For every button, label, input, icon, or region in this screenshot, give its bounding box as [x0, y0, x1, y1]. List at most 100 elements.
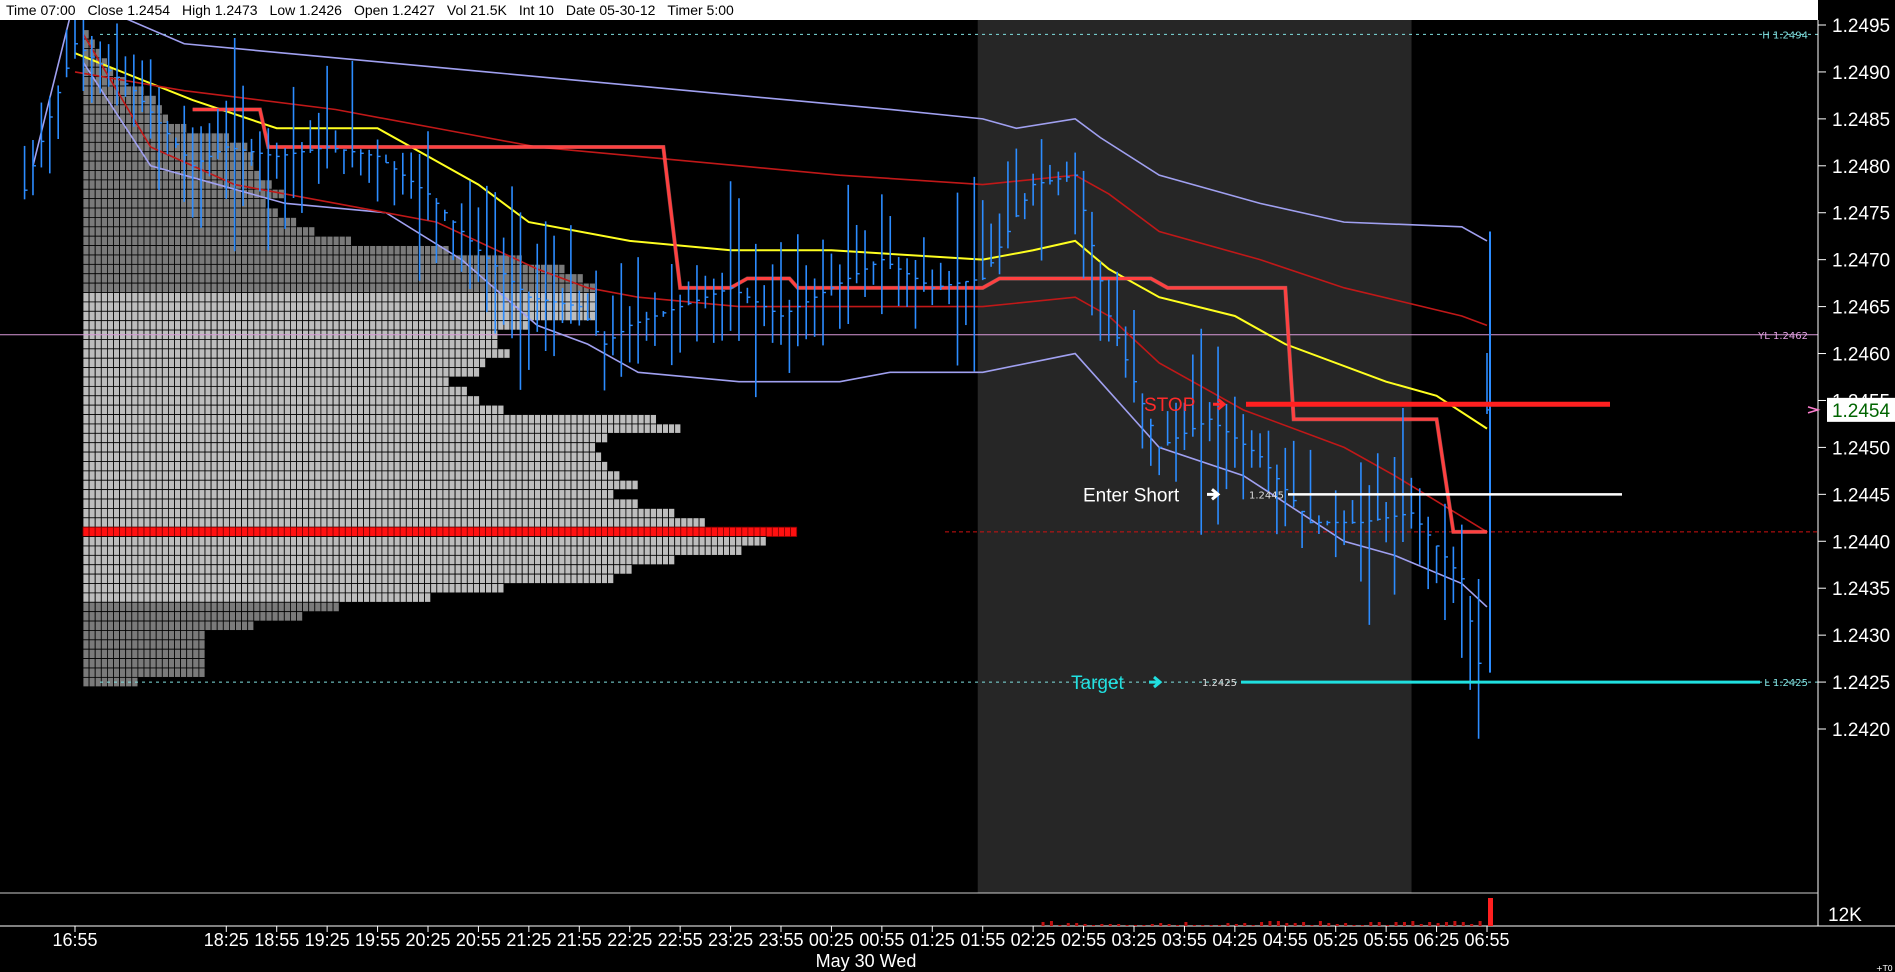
profile-cell: [430, 461, 438, 472]
profile-cell: [143, 348, 151, 359]
profile-cell: [283, 470, 291, 481]
profile-cell: [570, 545, 578, 556]
profile-cell: [350, 273, 358, 284]
profile-cell: [503, 432, 511, 444]
profile-cell: [411, 470, 419, 481]
profile-cell: [643, 536, 651, 547]
profile-cell: [155, 235, 163, 246]
profile-cell: [137, 489, 145, 500]
profile-cell: [357, 461, 364, 472]
profile-cell: [503, 451, 511, 462]
profile-cell: [155, 639, 163, 650]
profile-cell: [497, 564, 505, 575]
profile-cell: [174, 385, 181, 397]
profile-cell: [619, 564, 627, 575]
profile-cell: [332, 489, 340, 500]
profile-cell: [186, 592, 194, 603]
profile-cell: [631, 517, 639, 528]
profile-cell: [125, 630, 133, 641]
profile-cell: [113, 245, 120, 256]
profile-cell: [448, 385, 456, 397]
price-chart[interactable]: H 1.2494YL 1.2462L 1.2425 STOPEnter Shor…: [0, 0, 1895, 972]
profile-cell: [88, 292, 96, 303]
profile-cell: [308, 245, 316, 256]
profile-cell: [296, 339, 303, 350]
profile-cell: [198, 254, 206, 265]
profile-cell: [228, 620, 236, 631]
poc-cell: [405, 526, 413, 537]
poc-cell: [790, 526, 798, 537]
profile-cell: [296, 245, 303, 256]
profile-cell: [204, 310, 212, 322]
profile-cell: [119, 451, 127, 462]
profile-cell: [350, 554, 358, 566]
profile-cell: [94, 226, 102, 237]
profile-cell: [344, 348, 352, 359]
profile-cell: [381, 489, 389, 500]
profile-cell: [625, 536, 633, 547]
profile-cell: [192, 536, 200, 547]
profile-cell: [131, 620, 139, 631]
profile-cell: [375, 263, 383, 275]
profile-cell: [326, 423, 334, 434]
profile-cell: [107, 301, 114, 312]
profile-cell: [277, 385, 285, 397]
profile-cell: [161, 273, 169, 284]
profile-cell: [113, 141, 120, 153]
profile-cell: [119, 263, 127, 275]
profile-cell: [247, 357, 255, 369]
profile-cell: [289, 404, 297, 415]
profile-cell: [399, 536, 407, 547]
profile-cell: [131, 179, 139, 190]
profile-cell: [454, 404, 462, 415]
profile-cell: [485, 339, 493, 350]
profile-cell: [113, 479, 120, 491]
profile-cell: [216, 235, 224, 246]
profile-cell: [143, 95, 151, 106]
profile-cell: [344, 245, 352, 256]
profile-cell: [204, 273, 212, 284]
profile-cell: [216, 207, 224, 218]
profile-cell: [296, 320, 303, 331]
profile-cell: [613, 479, 621, 491]
profile-cell: [131, 170, 139, 181]
profile-cell: [155, 207, 163, 218]
profile-cell: [222, 601, 230, 613]
profile-cell: [131, 630, 139, 641]
profile-cell: [113, 554, 120, 566]
profile-cell: [546, 414, 554, 425]
profile-cell: [430, 554, 438, 566]
profile-cell: [167, 667, 175, 678]
profile-cell: [216, 357, 224, 369]
profile-cell: [216, 414, 224, 425]
profile-cell: [460, 282, 468, 293]
profile-cell: [222, 357, 230, 369]
profile-cell: [588, 461, 596, 472]
profile-cell: [125, 545, 133, 556]
profile-cell: [143, 620, 151, 631]
profile-cell: [271, 479, 279, 491]
profile-cell: [88, 141, 96, 153]
profile-cell: [448, 489, 456, 500]
profile-cell: [107, 414, 114, 425]
profile-cell: [247, 517, 255, 528]
profile-cell: [418, 301, 425, 312]
profile-cell: [180, 376, 188, 387]
profile-cell: [564, 564, 572, 575]
profile-cell: [436, 498, 444, 509]
profile-cell: [375, 423, 383, 434]
profile-cell: [119, 245, 127, 256]
profile-cell: [350, 292, 358, 303]
profile-cell: [180, 367, 188, 378]
profile-cell: [88, 461, 96, 472]
profile-cell: [131, 339, 139, 350]
profile-cell: [601, 423, 608, 434]
profile-cell: [436, 554, 444, 566]
profile-cell: [88, 442, 96, 453]
profile-cell: [405, 479, 413, 491]
profile-cell: [271, 545, 279, 556]
profile-cell: [235, 320, 242, 331]
profile-cell: [222, 611, 230, 622]
profile-cell: [149, 348, 157, 359]
profile-cell: [393, 573, 401, 584]
